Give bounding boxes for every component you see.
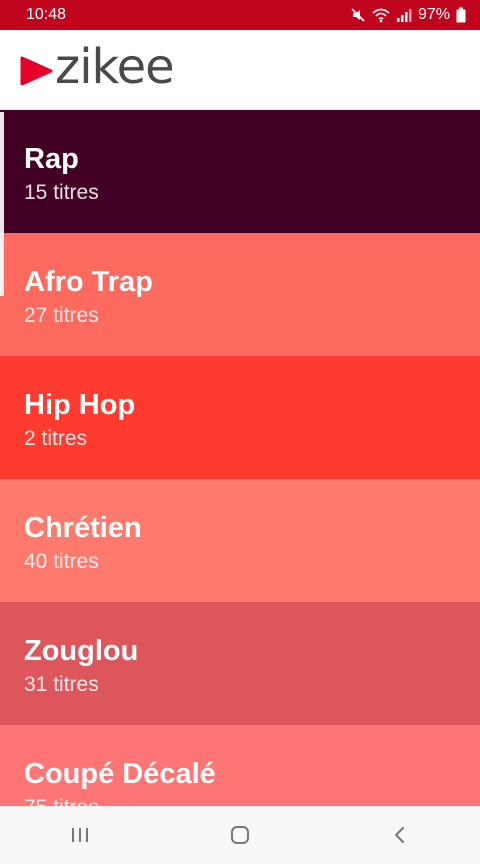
genre-item[interactable]: Coupé Décalé 75 titres bbox=[0, 725, 480, 806]
genre-name: Afro Trap bbox=[24, 266, 153, 298]
home-icon bbox=[229, 824, 251, 846]
genre-item[interactable]: Hip Hop 2 titres bbox=[0, 356, 480, 479]
genre-track-count: 40 titres bbox=[24, 550, 99, 573]
genre-track-count: 75 titres bbox=[24, 795, 480, 806]
signal-icon bbox=[396, 7, 412, 23]
genre-item[interactable]: Chrétien 40 titres bbox=[0, 479, 480, 602]
genre-name: Rap bbox=[24, 143, 79, 175]
genre-name: Chrétien bbox=[24, 512, 142, 544]
genre-track-count: 31 titres bbox=[24, 673, 99, 696]
status-time: 10:48 bbox=[26, 6, 67, 23]
battery-icon bbox=[456, 7, 466, 23]
genre-track-count: 27 titres bbox=[24, 304, 99, 327]
logo-text: zikee bbox=[55, 38, 175, 95]
back-button[interactable] bbox=[370, 813, 430, 857]
genre-list[interactable]: Rap 15 titres Afro Trap 27 titres Hip Ho… bbox=[0, 110, 480, 806]
recent-apps-button[interactable] bbox=[50, 813, 110, 857]
home-button[interactable] bbox=[210, 813, 270, 857]
zikee-logo[interactable]: zikee bbox=[20, 43, 175, 91]
genre-name: Hip Hop bbox=[24, 389, 136, 421]
recent-apps-icon bbox=[70, 826, 90, 844]
genre-name: Coupé Décalé bbox=[24, 758, 216, 790]
play-icon bbox=[20, 55, 54, 85]
genre-track-count: 15 titres bbox=[24, 181, 99, 204]
status-icons: 97% bbox=[350, 6, 466, 24]
genre-item[interactable]: Afro Trap 27 titres bbox=[0, 233, 480, 356]
genre-item[interactable]: Zouglou 31 titres bbox=[0, 602, 480, 725]
wifi-icon bbox=[372, 7, 390, 23]
battery-level: 97% bbox=[417, 6, 450, 23]
mute-icon bbox=[350, 7, 366, 23]
genre-track-count: 2 titres bbox=[24, 427, 88, 450]
scroll-indicator[interactable] bbox=[0, 112, 4, 296]
navigation-bar bbox=[0, 806, 480, 864]
genre-name: Zouglou bbox=[24, 635, 139, 667]
back-icon bbox=[391, 825, 409, 845]
app-header: zikee bbox=[0, 30, 480, 110]
genre-item[interactable]: Rap 15 titres bbox=[0, 110, 480, 233]
status-bar: 10:48 97% bbox=[0, 0, 480, 30]
